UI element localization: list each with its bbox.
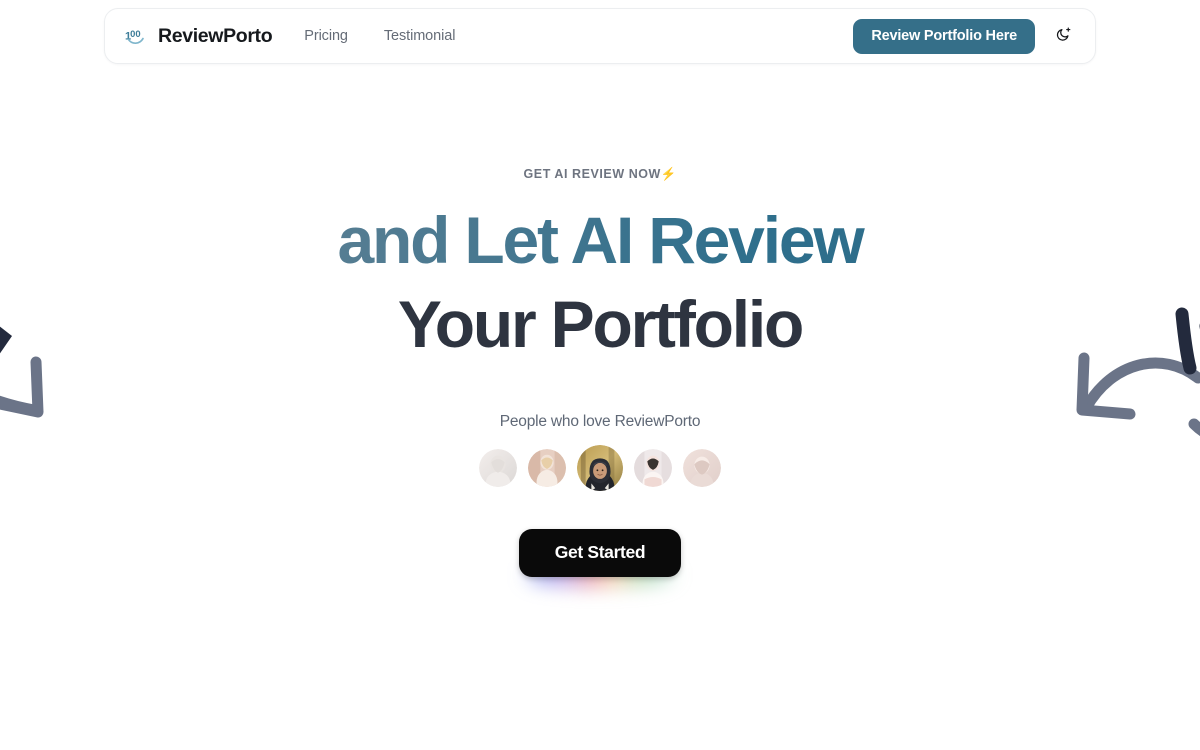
hero-cta-wrapper: Get Started — [0, 528, 1200, 588]
nav-link-testimonial[interactable]: Testimonial — [384, 28, 456, 44]
hero-eyebrow: GET AI REVIEW NOW⚡ — [0, 167, 1200, 182]
avatar-group — [0, 444, 1200, 491]
avatar-3-featured — [577, 444, 623, 491]
100-emoji-logo-icon: 1 00 — [125, 26, 149, 46]
navbar: 1 00 ReviewPorto Pricing Testimonial Rev… — [104, 8, 1096, 64]
navbar-container: 1 00 ReviewPorto Pricing Testimonial Rev… — [104, 8, 1096, 64]
hero-section: GET AI REVIEW NOW⚡ and Let AI Review You… — [0, 0, 1200, 588]
avatar-4 — [634, 448, 672, 487]
headline-line-2: Your Portfolio — [397, 286, 804, 361]
avatar-2 — [528, 448, 566, 487]
nav-link-pricing[interactable]: Pricing — [304, 28, 348, 44]
get-started-button[interactable]: Get Started — [518, 528, 682, 577]
brand[interactable]: 1 00 ReviewPorto — [125, 24, 273, 48]
navbar-actions: Review Portfolio Here — [853, 18, 1077, 54]
avatar-1 — [479, 448, 517, 487]
headline-line-1: and Let AI Review — [0, 199, 1200, 283]
brand-name: ReviewPorto — [158, 24, 273, 47]
hero-eyebrow-text: GET AI REVIEW NOW — [523, 167, 661, 181]
svg-text:00: 00 — [130, 28, 140, 39]
lightning-bolt-icon: ⚡ — [660, 167, 677, 181]
review-portfolio-here-button[interactable]: Review Portfolio Here — [853, 18, 1035, 54]
nav-links: Pricing Testimonial — [304, 28, 455, 44]
social-proof-label: People who love ReviewPorto — [499, 412, 701, 430]
moon-sparkle-icon — [1055, 26, 1072, 46]
page-title: and Let AI Review Your Portfolio — [0, 199, 1200, 367]
theme-toggle-button[interactable] — [1049, 22, 1077, 50]
avatar-5 — [683, 448, 721, 487]
